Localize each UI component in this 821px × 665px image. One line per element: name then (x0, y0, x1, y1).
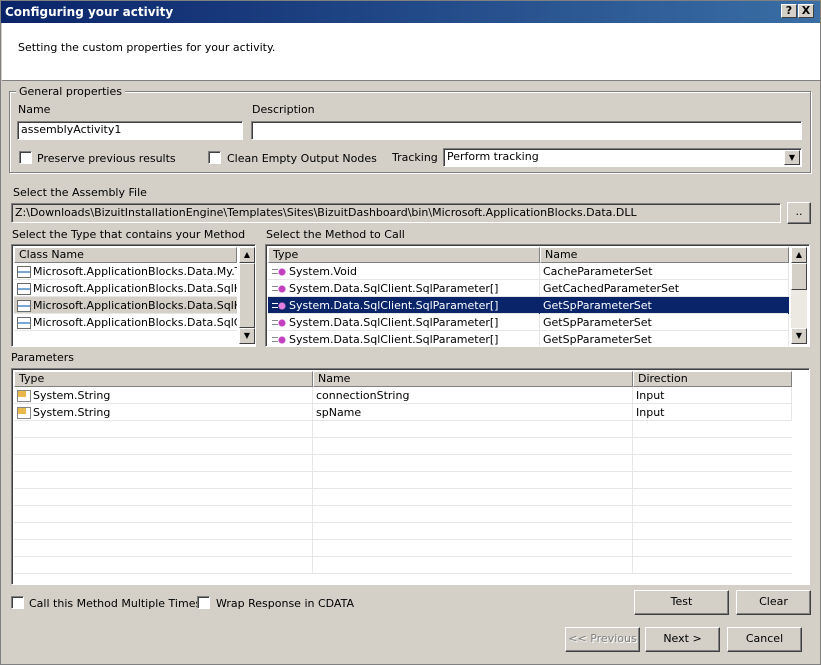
wrap-cdata-checkbox[interactable] (197, 596, 210, 609)
next-button[interactable]: Next > (645, 627, 720, 652)
scroll-down-icon[interactable]: ▼ (791, 328, 807, 344)
name-label: Name (18, 103, 51, 116)
assembly-file-label: Select the Assembly File (13, 186, 147, 199)
clean-empty-nodes-checkbox[interactable] (208, 151, 221, 164)
param-direction-header[interactable]: Direction (633, 371, 792, 387)
wrap-cdata-label: Wrap Response in CDATA (216, 597, 354, 610)
parameters-label: Parameters (11, 351, 74, 364)
list-item[interactable]: Microsoft.ApplicationBlocks.Data.SqlHe..… (14, 280, 237, 297)
scroll-up-icon[interactable]: ▲ (239, 247, 255, 263)
description-input[interactable] (251, 121, 802, 140)
table-row[interactable]: System.Data.SqlClient.SqlParameter[] Get… (268, 314, 789, 331)
parameters-table[interactable]: Type Name Direction System.String connec… (11, 368, 810, 585)
class-name-header[interactable]: Class Name (14, 247, 237, 263)
assembly-path-field[interactable]: Z:\Downloads\BizuitInstallationEngine\Te… (11, 203, 781, 223)
chevron-down-icon[interactable]: ▼ (784, 150, 800, 165)
list-item[interactable]: Microsoft.ApplicationBlocks.Data.My.T... (14, 263, 237, 280)
previous-button[interactable]: << Previous (565, 627, 640, 652)
name-input[interactable]: assemblyActivity1 (17, 121, 243, 140)
empty-row (14, 557, 792, 574)
tracking-value: Perform tracking (447, 150, 539, 163)
empty-row (14, 506, 792, 523)
dialog-window: Configuring your activity ? X Setting th… (0, 0, 821, 665)
empty-row (14, 455, 792, 472)
multiple-times-checkbox[interactable] (11, 596, 24, 609)
window-title: Configuring your activity (5, 5, 174, 19)
cancel-button[interactable]: Cancel (727, 627, 802, 652)
empty-row (14, 489, 792, 506)
preserve-results-label: Preserve previous results (37, 152, 176, 165)
table-row[interactable]: System.Data.SqlClient.SqlParameter[] Get… (268, 280, 789, 297)
method-icon (271, 300, 287, 312)
method-icon (271, 266, 287, 278)
table-row-selected[interactable]: System.Data.SqlClient.SqlParameter[] Get… (268, 297, 789, 314)
method-icon (271, 283, 287, 295)
method-icon (271, 317, 287, 329)
scroll-thumb[interactable] (791, 263, 807, 290)
empty-row (14, 421, 792, 438)
table-row[interactable]: System.String spName Input (14, 404, 792, 421)
table-row[interactable]: System.String connectionString Input (14, 387, 792, 404)
close-button[interactable]: X (798, 4, 814, 18)
empty-row (14, 523, 792, 540)
method-list[interactable]: Type Name System.Void CacheParameterSet … (265, 244, 810, 347)
preserve-results-checkbox[interactable] (19, 151, 32, 164)
field-icon (17, 390, 31, 402)
method-type-header[interactable]: Type (268, 247, 540, 263)
type-list-label: Select the Type that contains your Metho… (12, 228, 246, 241)
method-list-label: Select the Method to Call (266, 228, 405, 241)
help-button[interactable]: ? (781, 4, 797, 18)
test-button[interactable]: Test (634, 590, 729, 615)
method-list-scrollbar[interactable]: ▲ ▼ (791, 247, 807, 344)
description-label: Description (252, 103, 315, 116)
field-icon (17, 407, 31, 419)
type-list-scrollbar[interactable]: ▲ ▼ (239, 247, 255, 344)
type-list[interactable]: Class Name Microsoft.ApplicationBlocks.D… (11, 244, 256, 347)
tracking-select[interactable]: Perform tracking ▼ (443, 148, 802, 167)
general-properties-legend: General properties (16, 85, 125, 98)
empty-row (14, 438, 792, 455)
class-icon (17, 266, 31, 278)
title-bar[interactable]: Configuring your activity ? X (1, 1, 820, 23)
table-row[interactable]: System.Void CacheParameterSet (268, 263, 789, 280)
header-description: Setting the custom properties for your a… (18, 41, 276, 54)
method-icon (271, 334, 287, 346)
empty-row (14, 472, 792, 489)
tracking-label: Tracking (392, 151, 438, 164)
browse-button[interactable]: .. (787, 202, 811, 224)
scroll-down-icon[interactable]: ▼ (239, 328, 255, 344)
scroll-thumb[interactable] (239, 263, 255, 328)
table-row[interactable]: System.Data.SqlClient.SqlParameter[] Get… (268, 331, 789, 346)
param-name-header[interactable]: Name (313, 371, 633, 387)
list-item[interactable]: Microsoft.ApplicationBlocks.Data.SqlCo..… (14, 314, 237, 331)
method-name-header[interactable]: Name (540, 247, 789, 263)
clear-button[interactable]: Clear (736, 590, 811, 615)
dialog-header: Setting the custom properties for your a… (2, 23, 820, 81)
class-icon (17, 283, 31, 295)
scroll-up-icon[interactable]: ▲ (791, 247, 807, 263)
class-icon (17, 300, 31, 312)
param-type-header[interactable]: Type (14, 371, 313, 387)
class-icon (17, 317, 31, 329)
multiple-times-label: Call this Method Multiple Times (29, 597, 202, 610)
clean-empty-nodes-label: Clean Empty Output Nodes (227, 152, 377, 165)
empty-row (14, 540, 792, 557)
list-item-selected[interactable]: Microsoft.ApplicationBlocks.Data.SqlHe..… (14, 297, 237, 314)
